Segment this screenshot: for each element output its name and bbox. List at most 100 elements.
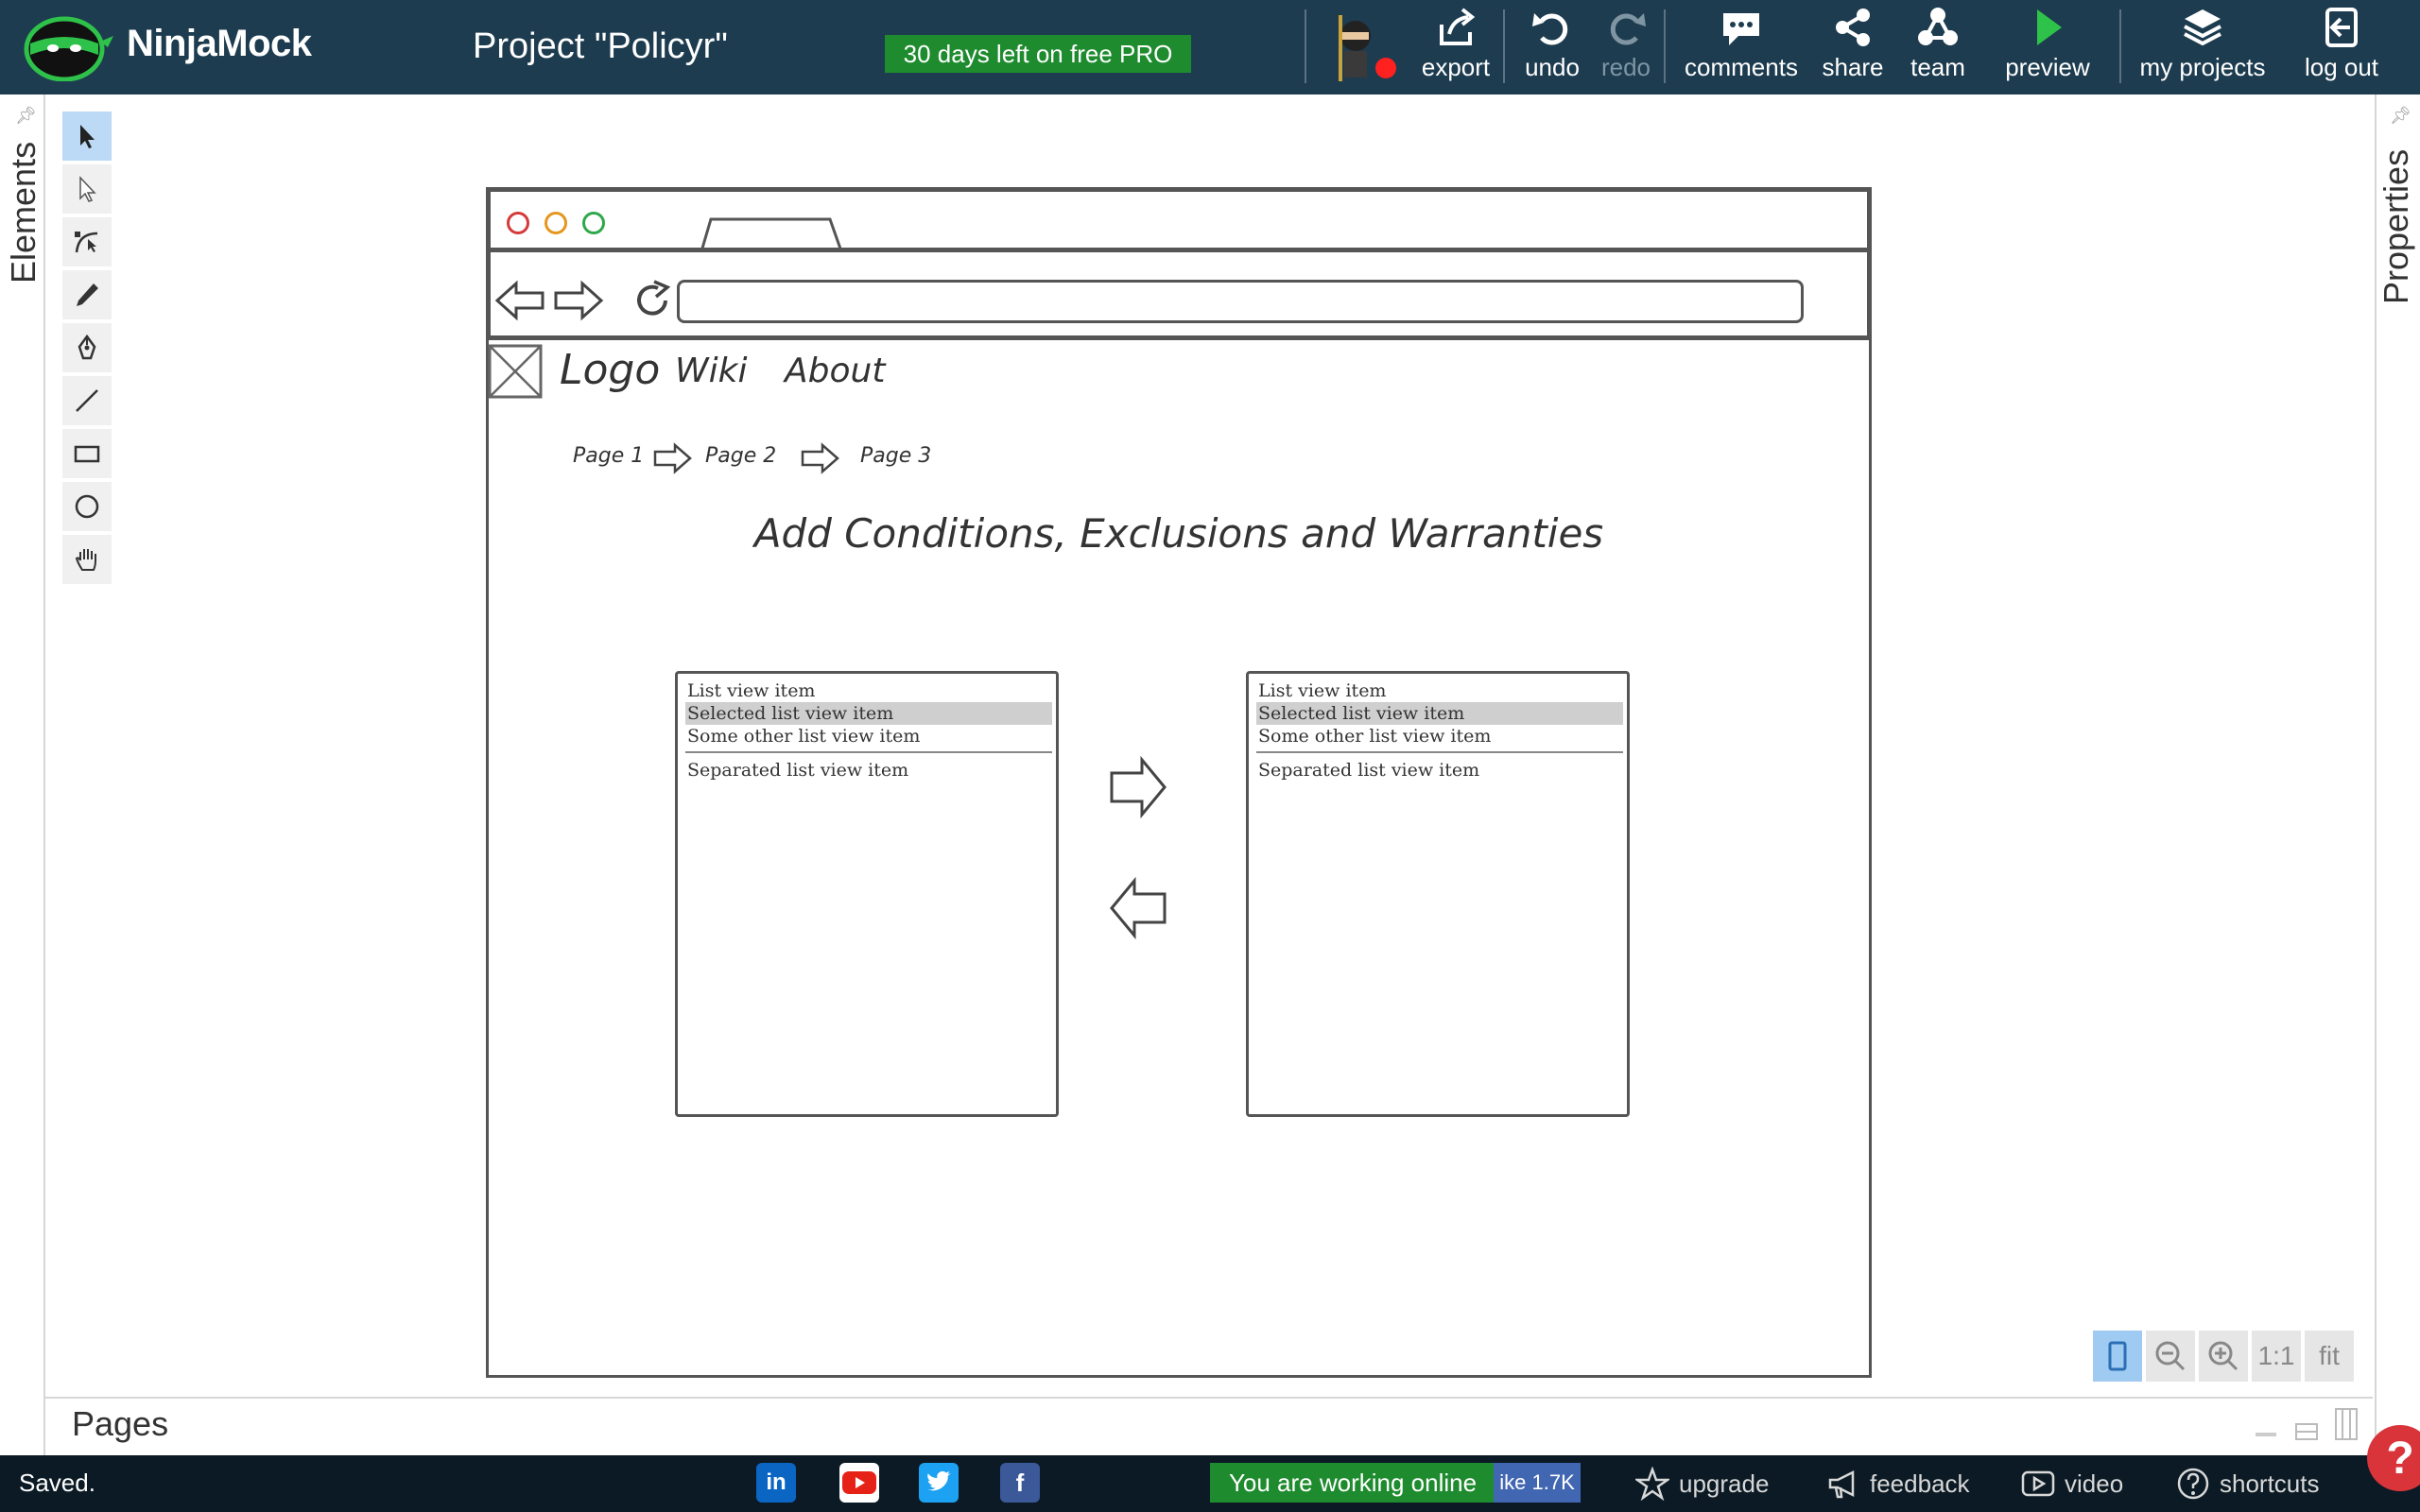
- zoom-in-button[interactable]: [2199, 1331, 2248, 1382]
- undo-button[interactable]: undo: [1514, 6, 1590, 89]
- list-item[interactable]: Some other list view item: [1256, 725, 1623, 747]
- project-title[interactable]: Project "Policyr": [473, 26, 728, 67]
- tool-palette: [62, 112, 113, 588]
- facebook-icon[interactable]: f: [1000, 1463, 1040, 1503]
- breadcrumb-page-1: Page 1: [573, 444, 645, 468]
- circle-icon: [75, 494, 99, 519]
- minimize-panel-icon[interactable]: [2256, 1433, 2276, 1436]
- comments-button[interactable]: comments: [1679, 6, 1804, 89]
- wireframe-nav-about: About: [785, 352, 886, 390]
- feedback-label: feedback: [1870, 1469, 1970, 1498]
- share-button[interactable]: share: [1817, 6, 1889, 89]
- linkedin-icon[interactable]: in: [756, 1463, 796, 1503]
- list-item-selected[interactable]: Selected list view item: [1256, 702, 1623, 725]
- breadcrumb-arrow-icon: [653, 442, 692, 474]
- log-out-label: log out: [2304, 53, 2379, 81]
- redo-icon: [1610, 13, 1646, 45]
- pages-panel-label[interactable]: Pages: [72, 1404, 168, 1444]
- save-status: Saved.: [19, 1469, 95, 1497]
- zoom-out-button[interactable]: [2146, 1331, 2195, 1382]
- pen-tool[interactable]: [62, 323, 112, 372]
- video-link[interactable]: video: [2021, 1465, 2123, 1503]
- list-item[interactable]: Some other list view item: [685, 725, 1052, 747]
- list-item[interactable]: List view item: [1256, 679, 1623, 702]
- redo-label: redo: [1600, 53, 1651, 81]
- hollow-cursor-icon: [79, 176, 96, 202]
- layers-icon: [2184, 9, 2221, 46]
- video-label: video: [2065, 1469, 2124, 1498]
- team-button[interactable]: team: [1902, 6, 1974, 89]
- share-label: share: [1822, 53, 1884, 81]
- right-list-box[interactable]: List view item Selected list view item S…: [1246, 671, 1630, 1117]
- upgrade-link[interactable]: upgrade: [1635, 1465, 1769, 1503]
- export-label: export: [1421, 53, 1491, 81]
- pin-icon[interactable]: 📌︎: [15, 106, 37, 126]
- zoom-controls: 1:1 fit: [2093, 1331, 2354, 1382]
- breadcrumb-page-2: Page 2: [705, 444, 777, 468]
- list-item-separated[interactable]: Separated list view item: [1256, 759, 1623, 782]
- list-item-separated[interactable]: Separated list view item: [685, 759, 1052, 782]
- zoom-actual-size-button[interactable]: 1:1: [2252, 1331, 2301, 1382]
- pages-panel[interactable]: [45, 1397, 2373, 1455]
- list-view-icon[interactable]: [2295, 1423, 2318, 1440]
- youtube-icon[interactable]: [839, 1463, 879, 1503]
- move-left-arrow-icon[interactable]: [1108, 877, 1168, 939]
- hand-tool[interactable]: [62, 535, 112, 584]
- help-circle-icon: [2177, 1468, 2209, 1500]
- preview-button[interactable]: preview: [2000, 6, 2095, 89]
- grid-view-icon[interactable]: [2335, 1408, 2358, 1440]
- device-frame-button[interactable]: [2093, 1331, 2142, 1382]
- refresh-icon: [637, 280, 671, 316]
- image-placeholder-icon: [488, 344, 543, 399]
- preview-label: preview: [2005, 53, 2090, 81]
- shortcuts-link[interactable]: shortcuts: [2176, 1465, 2320, 1503]
- undo-icon: [1532, 13, 1568, 45]
- chrome-divider: [486, 248, 1872, 252]
- play-icon: [2037, 9, 2062, 45]
- redo-button[interactable]: redo: [1588, 6, 1664, 89]
- move-right-arrow-icon[interactable]: [1108, 756, 1168, 818]
- elements-panel-label[interactable]: Elements: [4, 142, 43, 284]
- left-list-box[interactable]: List view item Selected list view item S…: [675, 671, 1059, 1117]
- wireframe-nav-logo: Logo: [560, 346, 661, 394]
- zoom-fit-button[interactable]: fit: [2305, 1331, 2354, 1382]
- direct-select-tool[interactable]: [62, 164, 112, 214]
- export-button[interactable]: export: [1418, 6, 1494, 89]
- list-separator: [1256, 751, 1623, 753]
- ellipse-tool[interactable]: [62, 482, 112, 531]
- team-label: team: [1910, 53, 1965, 81]
- list-item[interactable]: List view item: [685, 679, 1052, 702]
- export-icon: [1440, 8, 1476, 45]
- online-status-badge: You are working online: [1210, 1463, 1495, 1503]
- cursor-icon: [80, 125, 95, 148]
- trial-badge[interactable]: 30 days left on free PRO: [885, 35, 1191, 73]
- log-out-button[interactable]: log out: [2299, 6, 2384, 89]
- ninja-logo-icon[interactable]: [21, 13, 115, 81]
- facebook-like-button[interactable]: ike 1.7K: [1494, 1463, 1581, 1503]
- shortcuts-label: shortcuts: [2220, 1469, 2320, 1498]
- user-avatar-icon[interactable]: [1323, 11, 1399, 85]
- forward-arrow-icon: [554, 280, 604, 321]
- list-item-selected[interactable]: Selected list view item: [685, 702, 1052, 725]
- feedback-link[interactable]: feedback: [1826, 1465, 1970, 1503]
- phone-icon: [2108, 1341, 2127, 1371]
- my-projects-button[interactable]: my projects: [2133, 6, 2273, 89]
- undo-label: undo: [1525, 53, 1580, 81]
- elements-panel[interactable]: [0, 94, 45, 1455]
- line-icon: [76, 389, 98, 412]
- bezier-icon: [75, 232, 98, 253]
- path-tool[interactable]: [62, 217, 112, 266]
- pencil-icon: [77, 284, 98, 306]
- rectangle-tool[interactable]: [62, 429, 112, 478]
- close-dot-icon: [507, 212, 529, 234]
- pin-icon[interactable]: 📌︎: [2390, 106, 2411, 126]
- team-icon: [1918, 8, 1958, 45]
- twitter-icon[interactable]: [919, 1463, 959, 1503]
- select-tool[interactable]: [62, 112, 112, 161]
- properties-panel-label[interactable]: Properties: [2377, 149, 2416, 304]
- zoom-in-icon: [2208, 1341, 2238, 1371]
- pencil-tool[interactable]: [62, 270, 112, 319]
- line-tool[interactable]: [62, 376, 112, 425]
- breadcrumb-arrow-icon: [801, 442, 839, 474]
- toolbar-divider: [1503, 9, 1505, 83]
